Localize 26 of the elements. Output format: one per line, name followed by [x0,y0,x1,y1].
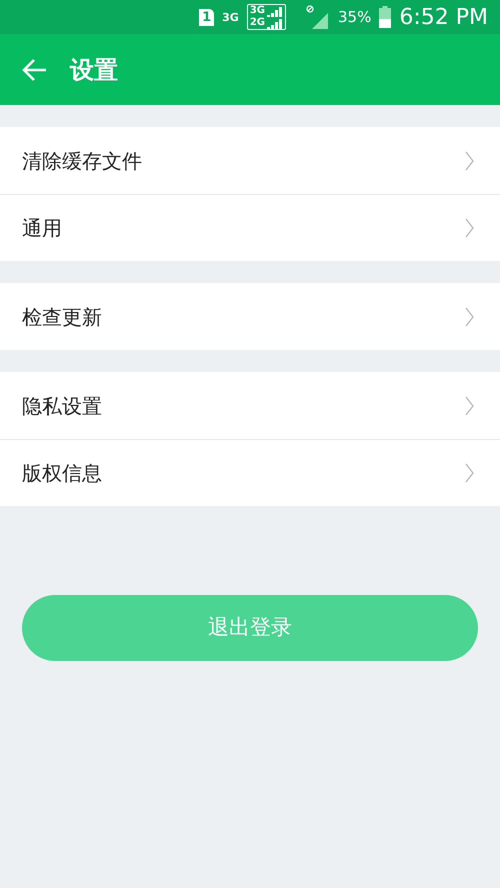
row-label: 通用 [22,215,62,242]
battery-percentage: 35% [338,6,372,28]
signal-icon [267,7,283,17]
chevron-right-icon [465,218,474,238]
network-type: 3G [250,5,265,17]
chevron-right-icon [465,150,474,170]
back-icon[interactable] [22,58,48,82]
settings-row[interactable]: 检查更新 [0,283,500,350]
chevron-right-icon [465,306,474,326]
chevron-right-icon [465,463,474,483]
battery-icon [379,6,392,28]
sim-card-icon: 1 [199,8,214,26]
settings-row[interactable]: 版权信息 [0,439,500,506]
clock: 6:52 PM [399,4,488,32]
network-type: 3G [222,12,239,22]
settings-row[interactable]: 隐私设置 [0,372,500,439]
row-label: 隐私设置 [22,392,102,420]
row-label: 版权信息 [22,460,102,487]
row-label: 检查更新 [22,304,102,330]
signal-icon [306,5,330,29]
settings-row[interactable]: 清除缓存文件 [0,127,500,194]
page-title: 设置 [70,54,118,86]
network-type: 2G [250,17,265,29]
chevron-right-icon [465,396,474,416]
settings-row[interactable]: 通用 [0,194,500,261]
row-label: 清除缓存文件 [22,148,142,174]
